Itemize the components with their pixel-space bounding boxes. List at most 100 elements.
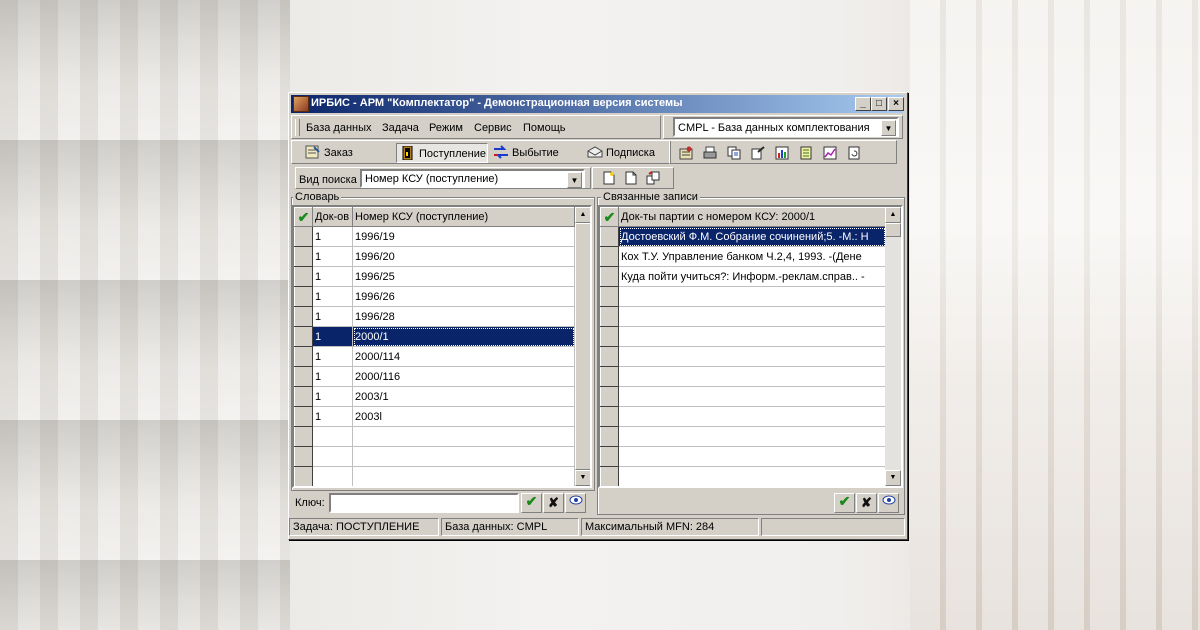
row-indicator[interactable] bbox=[294, 366, 313, 387]
row-indicator[interactable] bbox=[600, 466, 619, 486]
table-row[interactable]: Кох Т.У. Управление банком Ч.2,4, 1993. … bbox=[600, 246, 886, 267]
row-indicator[interactable] bbox=[294, 426, 313, 447]
dictionary-grid[interactable]: ✔ Док-ов Номер КСУ (поступление) 1 1996/1… bbox=[292, 205, 592, 488]
tab-disposal[interactable]: Выбытие bbox=[490, 143, 570, 163]
row-indicator[interactable] bbox=[600, 386, 619, 407]
scroll-thumb[interactable] bbox=[575, 223, 590, 470]
minimize-button[interactable]: _ bbox=[855, 97, 871, 111]
tab-subscription[interactable]: Подписка bbox=[584, 143, 666, 163]
column-header-count[interactable]: Док-ов bbox=[312, 207, 353, 227]
dictionary-scrollbar[interactable]: ▲ ▼ bbox=[575, 207, 590, 486]
menu-service[interactable]: Сервис bbox=[474, 122, 512, 134]
transfer-button[interactable] bbox=[643, 169, 663, 187]
table-row[interactable] bbox=[294, 466, 575, 486]
scroll-up-icon[interactable]: ▲ bbox=[885, 207, 901, 223]
row-indicator[interactable] bbox=[600, 306, 619, 327]
scroll-thumb[interactable] bbox=[885, 223, 901, 237]
table-row[interactable] bbox=[600, 306, 886, 327]
linked-scrollbar[interactable]: ▲ ▼ bbox=[885, 207, 901, 486]
graph-button[interactable] bbox=[820, 144, 840, 162]
table-row[interactable] bbox=[600, 426, 886, 447]
column-header-ksu[interactable]: Номер КСУ (поступление) bbox=[352, 207, 575, 227]
scroll-up-icon[interactable]: ▲ bbox=[575, 207, 590, 223]
row-indicator[interactable] bbox=[294, 226, 313, 247]
table-row[interactable] bbox=[600, 346, 886, 367]
row-indicator[interactable] bbox=[600, 226, 619, 247]
row-indicator[interactable] bbox=[294, 466, 313, 486]
scroll-down-icon[interactable]: ▼ bbox=[885, 470, 901, 486]
table-row[interactable] bbox=[600, 286, 886, 307]
linked-view-button[interactable] bbox=[878, 493, 899, 513]
tab-receipt[interactable]: Поступление bbox=[396, 143, 488, 163]
menu-database[interactable]: База данных bbox=[306, 122, 372, 134]
table-row[interactable]: 1 2000/1 bbox=[294, 326, 575, 347]
row-indicator[interactable] bbox=[600, 346, 619, 367]
table-row[interactable]: 1 2000/114 bbox=[294, 346, 575, 367]
row-indicator[interactable] bbox=[294, 446, 313, 467]
select-all-check[interactable]: ✔ bbox=[294, 207, 313, 227]
linked-records-grid[interactable]: ✔ Док-ты партии с номером КСУ: 2000/1 До… bbox=[598, 205, 903, 488]
menu-help[interactable]: Помощь bbox=[523, 122, 566, 134]
row-indicator[interactable] bbox=[600, 326, 619, 347]
row-indicator[interactable] bbox=[294, 386, 313, 407]
copy-records-button[interactable] bbox=[724, 144, 744, 162]
row-indicator[interactable] bbox=[294, 406, 313, 427]
table-row[interactable]: 1 2003l bbox=[294, 406, 575, 427]
row-indicator[interactable] bbox=[600, 366, 619, 387]
row-indicator[interactable] bbox=[600, 446, 619, 467]
linked-accept-button[interactable]: ✔ bbox=[834, 493, 855, 513]
table-row[interactable]: 1 1996/28 bbox=[294, 306, 575, 327]
table-row[interactable]: 1 2003/1 bbox=[294, 386, 575, 407]
menu-mode[interactable]: Режим bbox=[429, 122, 463, 134]
table-row[interactable]: 1 1996/26 bbox=[294, 286, 575, 307]
linked-header[interactable]: Док-ты партии с номером КСУ: 2000/1 bbox=[618, 207, 886, 227]
chevron-down-icon[interactable]: ▼ bbox=[881, 120, 896, 136]
linked-cancel-button[interactable]: ✘ bbox=[856, 493, 877, 513]
chart-button[interactable] bbox=[772, 144, 792, 162]
scroll-down-icon[interactable]: ▼ bbox=[575, 470, 590, 486]
row-indicator[interactable] bbox=[294, 286, 313, 307]
select-all-check[interactable]: ✔ bbox=[600, 207, 619, 227]
row-indicator[interactable] bbox=[600, 286, 619, 307]
search-type-select[interactable]: Номер КСУ (поступление) ▼ bbox=[360, 169, 585, 188]
new-document-button[interactable] bbox=[599, 169, 619, 187]
table-row[interactable] bbox=[294, 446, 575, 467]
row-indicator[interactable] bbox=[294, 306, 313, 327]
view-button[interactable] bbox=[565, 493, 586, 513]
blank-document-button[interactable] bbox=[621, 169, 641, 187]
menu-task[interactable]: Задача bbox=[382, 122, 419, 134]
accept-button[interactable]: ✔ bbox=[521, 493, 542, 513]
table-row[interactable] bbox=[600, 366, 886, 387]
row-indicator[interactable] bbox=[600, 406, 619, 427]
row-indicator[interactable] bbox=[600, 246, 619, 267]
table-row[interactable]: 1 1996/19 bbox=[294, 226, 575, 247]
stamp-button[interactable] bbox=[676, 144, 696, 162]
table-row[interactable] bbox=[600, 406, 886, 427]
close-button[interactable]: × bbox=[888, 97, 904, 111]
refresh-button[interactable] bbox=[844, 144, 864, 162]
table-row[interactable]: 1 1996/20 bbox=[294, 246, 575, 267]
toolbar-grip[interactable] bbox=[295, 119, 300, 136]
table-row[interactable] bbox=[294, 426, 575, 447]
row-indicator[interactable] bbox=[294, 346, 313, 367]
table-row[interactable]: Достоевский Ф.М. Собрание сочинений;5. -… bbox=[600, 226, 886, 247]
table-row[interactable] bbox=[600, 326, 886, 347]
table-row[interactable] bbox=[600, 446, 886, 467]
database-select[interactable]: CMPL - База данных комплектования ▼ bbox=[673, 117, 899, 137]
chevron-down-icon[interactable]: ▼ bbox=[567, 172, 582, 188]
maximize-button[interactable]: □ bbox=[871, 97, 887, 111]
row-indicator[interactable] bbox=[294, 266, 313, 287]
tab-order[interactable]: Заказ bbox=[302, 143, 372, 163]
row-indicator[interactable] bbox=[294, 246, 313, 267]
notebook-button[interactable] bbox=[796, 144, 816, 162]
table-row[interactable]: 1 1996/25 bbox=[294, 266, 575, 287]
key-input[interactable] bbox=[329, 493, 519, 513]
table-row[interactable]: 1 2000/116 bbox=[294, 366, 575, 387]
print-button[interactable] bbox=[700, 144, 720, 162]
title-bar[interactable]: ИРБИС - АРМ "Комплектатор" - Демонстраци… bbox=[291, 95, 904, 113]
row-indicator[interactable] bbox=[600, 426, 619, 447]
cancel-button[interactable]: ✘ bbox=[543, 493, 564, 513]
export-button[interactable] bbox=[748, 144, 768, 162]
table-row[interactable]: Куда пойти учиться?: Информ.-реклам.спра… bbox=[600, 266, 886, 287]
table-row[interactable] bbox=[600, 466, 886, 486]
